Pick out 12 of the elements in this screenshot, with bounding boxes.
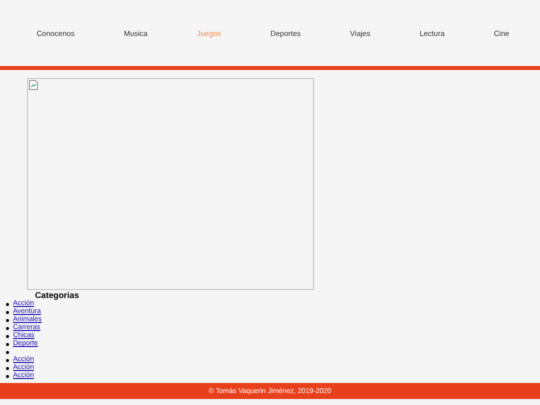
bullet-icon [6,342,9,346]
bullet-icon [6,334,9,338]
bullet-icon [6,326,9,330]
bullet-icon [6,366,9,370]
categories-heading: Categorias [35,291,80,300]
bullet-icon [6,374,9,378]
broken-image-icon [29,80,38,90]
bullet-icon [6,318,9,322]
bullet-icon [6,310,9,314]
bullet-icon [6,358,9,362]
bullet-icon [6,302,9,306]
bullet-icon [6,350,9,354]
